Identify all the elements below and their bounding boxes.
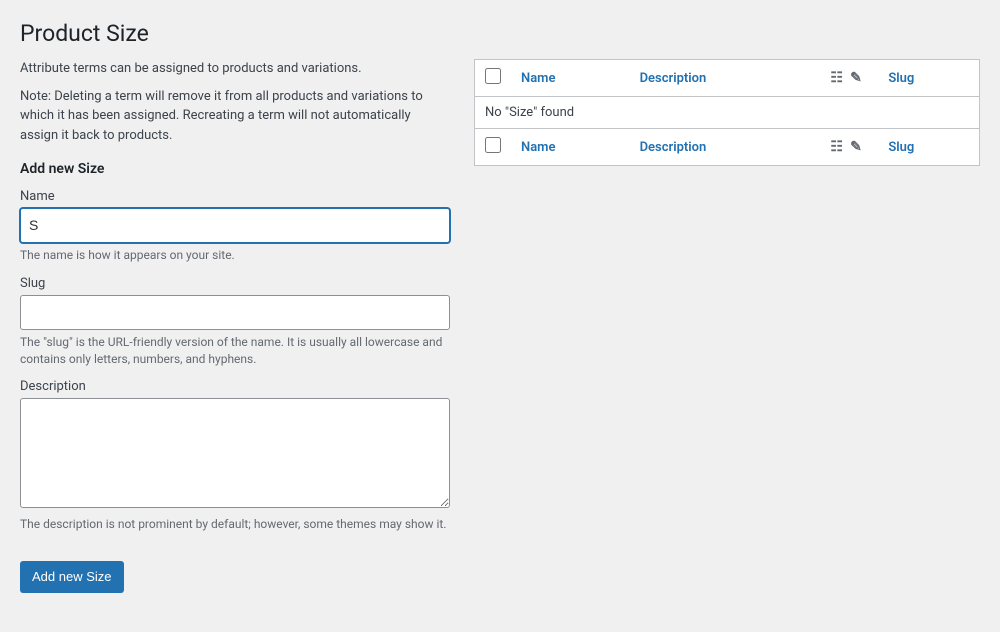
table-header-row: Name Description ☷ ✎ Slug [475,60,980,97]
add-new-section-title: Add new Size [20,161,450,177]
edit-footer-icon: ✎ [850,139,862,155]
select-all-checkbox[interactable] [485,68,501,84]
right-panel: Name Description ☷ ✎ Slug No "Siz [474,59,980,166]
left-panel: Attribute terms can be assigned to produ… [20,59,450,593]
attribute-info-text: Attribute terms can be assigned to produ… [20,59,450,79]
name-hint: The name is how it appears on your site. [20,247,450,264]
attribute-terms-table: Name Description ☷ ✎ Slug No "Siz [474,59,980,166]
select-all-footer-checkbox[interactable] [485,137,501,153]
slug-input[interactable] [20,295,450,330]
tfoot-checkbox [475,129,512,166]
edit-icon: ✎ [850,70,862,86]
th-name[interactable]: Name [511,60,630,97]
description-hint: The description is not prominent by defa… [20,516,450,533]
add-new-size-button[interactable]: Add new Size [20,561,124,593]
description-footer-link[interactable]: Description [640,140,707,155]
th-icons: ☷ ✎ [818,60,878,97]
slug-column-link[interactable]: Slug [888,71,914,86]
slug-hint: The "slug" is the URL-friendly version o… [20,334,450,368]
description-label: Description [20,379,450,394]
no-results-row: No "Size" found [475,97,980,129]
th-slug[interactable]: Slug [878,60,979,97]
slug-footer-link[interactable]: Slug [888,140,914,155]
slug-form-group: Slug The "slug" is the URL-friendly vers… [20,276,450,368]
note-text: Note: Deleting a term will remove it fro… [20,87,450,146]
slug-label: Slug [20,276,450,291]
description-form-group: Description The description is not promi… [20,379,450,533]
table-footer-row: Name Description ☷ ✎ Slug [475,129,980,166]
name-label: Name [20,189,450,204]
tfoot-name[interactable]: Name [511,129,630,166]
name-column-link[interactable]: Name [521,71,555,86]
name-footer-link[interactable]: Name [521,140,555,155]
tfoot-slug[interactable]: Slug [878,129,979,166]
th-description[interactable]: Description [630,60,819,97]
name-input[interactable] [20,208,450,243]
tfoot-description[interactable]: Description [630,129,819,166]
count-icon: ☷ [830,70,843,86]
page-title: Product Size [20,20,980,47]
tfoot-icons: ☷ ✎ [818,129,878,166]
no-results-cell: No "Size" found [475,97,980,129]
description-textarea[interactable] [20,398,450,508]
name-form-group: Name The name is how it appears on your … [20,189,450,264]
th-checkbox [475,60,512,97]
count-footer-icon: ☷ [830,139,843,155]
description-column-link[interactable]: Description [640,71,707,86]
